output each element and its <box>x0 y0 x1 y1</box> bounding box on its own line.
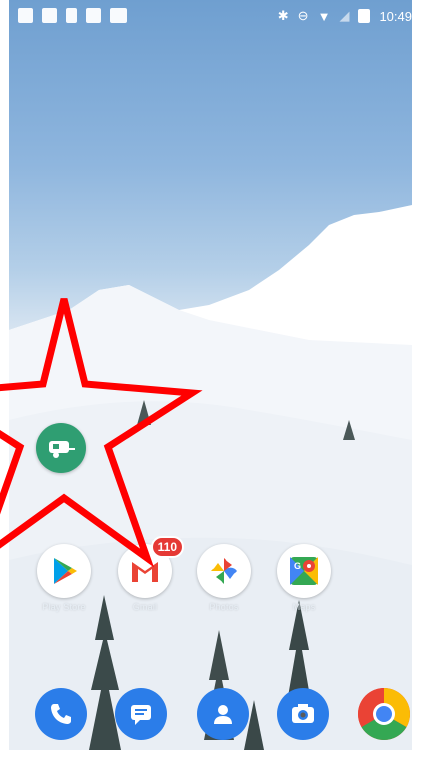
star-annotation <box>0 298 203 568</box>
